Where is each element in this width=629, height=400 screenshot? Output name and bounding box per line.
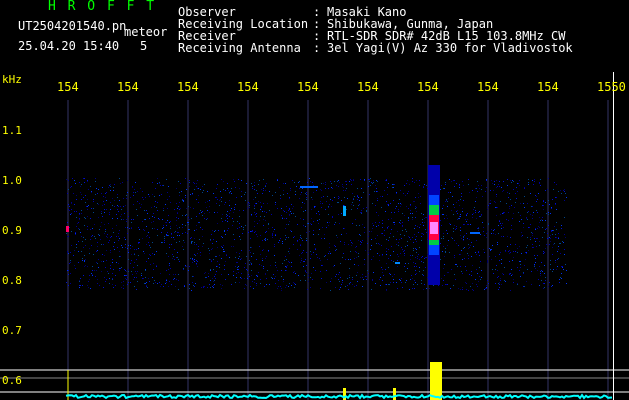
freq-tick: 154 (117, 80, 139, 94)
hrofft-screen: H R O F F T UT2504201540.pn meteor 25.04… (0, 0, 629, 400)
freq-tick: 154 (357, 80, 379, 94)
y-tick: 0.8 (2, 274, 22, 287)
freq-tick: 154 (237, 80, 259, 94)
y-tick: 0.7 (2, 324, 22, 337)
y-tick: 1.1 (2, 124, 22, 137)
meteor-echo (428, 165, 440, 285)
y-tick: 0.9 (2, 224, 22, 237)
freq-tick: 1550 (597, 80, 626, 94)
y-unit-label: kHz (2, 73, 22, 86)
freq-tick: 154 (177, 80, 199, 94)
spectrogram-plot (0, 100, 629, 400)
freq-tick: 154 (477, 80, 499, 94)
noise-band (66, 178, 567, 291)
signal-strength-bar (430, 362, 442, 400)
y-tick: 0.6 (2, 374, 22, 387)
vertical-gridlines (67, 100, 609, 400)
freq-tick: 154 (417, 80, 439, 94)
baseline-trace (65, 393, 613, 400)
freq-tick: 154 (57, 80, 79, 94)
y-tick: 1.0 (2, 174, 22, 187)
right-frame-line (613, 72, 614, 400)
freq-tick: 154 (297, 80, 319, 94)
freq-tick: 154 (537, 80, 559, 94)
